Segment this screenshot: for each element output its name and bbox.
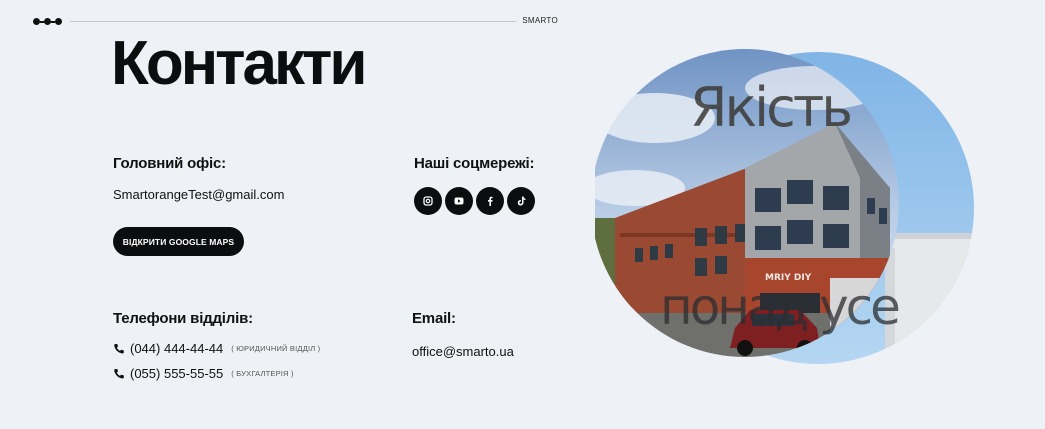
logo-dots-icon[interactable]: [33, 18, 62, 25]
phone-department: ( ЮРИДИЧНИЙ ВІДДІЛ ): [231, 344, 321, 353]
email-address[interactable]: office@smarto.ua: [412, 344, 514, 359]
social-label: Наші соцмережі:: [414, 155, 535, 172]
phone-icon: [114, 368, 124, 379]
phone-row: (044) 444-44-44 ( ЮРИДИЧНИЙ ВІДДІЛ ): [113, 341, 320, 356]
hero-above-all-text: понад усе: [660, 278, 899, 336]
email-label: Email:: [412, 310, 456, 327]
youtube-icon: [454, 197, 464, 205]
phone-row: (055) 555-55-55 ( БУХГАЛТЕРІЯ ): [113, 366, 294, 381]
social-links: [414, 187, 535, 215]
instagram-icon: [423, 196, 433, 206]
phone-icon: [114, 343, 124, 354]
youtube-link[interactable]: [445, 187, 473, 215]
hero-illustration: MRIY DIY Якість понад усе: [591, 49, 974, 364]
open-google-maps-button[interactable]: ВІДКРИТИ GOOGLE MAPS: [113, 227, 244, 256]
page-title: Контакти: [111, 29, 368, 98]
office-label: Головний офіс:: [113, 155, 226, 172]
hero-image: MRIY DIY Якість понад усе: [591, 48, 995, 378]
office-email[interactable]: SmartorangeTest@gmail.com: [113, 187, 284, 202]
phone-department: ( БУХГАЛТЕРІЯ ): [231, 369, 294, 378]
phone-number[interactable]: (055) 555-55-55: [130, 366, 223, 381]
brand-label: SMARTO: [522, 16, 558, 25]
tiktok-icon: [517, 196, 525, 206]
facebook-icon: [488, 196, 493, 206]
facebook-link[interactable]: [476, 187, 504, 215]
top-bar: SMARTO: [33, 16, 558, 28]
header-divider: [70, 21, 516, 22]
phone-number[interactable]: (044) 444-44-44: [130, 341, 223, 356]
phones-label: Телефони відділів:: [113, 310, 253, 327]
hero-quality-text: Якість: [690, 76, 850, 139]
instagram-link[interactable]: [414, 187, 442, 215]
tiktok-link[interactable]: [507, 187, 535, 215]
